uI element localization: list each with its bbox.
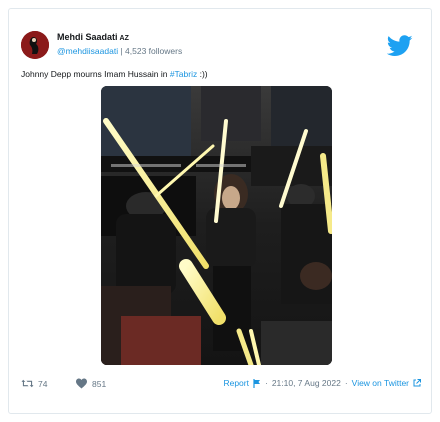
retweet-count: 74 (38, 378, 48, 389)
author-handle[interactable]: @mehdiisaadati (57, 46, 118, 56)
hashtag-link[interactable]: #Tabriz (170, 69, 197, 79)
external-link-icon[interactable] (413, 379, 421, 387)
tweet-meta: Report · 21:10, 7 Aug 2022 · View on Twi… (223, 378, 421, 388)
separator: · (344, 378, 348, 388)
report-link[interactable]: Report (223, 378, 249, 388)
tweet-text: Johnny Depp mourns Imam Hussain in #Tabr… (21, 69, 208, 79)
tweet-text-suffix: :)) (197, 69, 208, 79)
follower-count: 4,523 followers (125, 46, 183, 56)
author-name-suffix: AZ (119, 35, 129, 42)
view-on-twitter-link[interactable]: View on Twitter (352, 378, 409, 388)
author-name[interactable]: Mehdi Saadati (57, 32, 118, 42)
tweet-video[interactable] (101, 86, 332, 365)
heart-icon (76, 378, 87, 389)
author-meta: @mehdiisaadati | 4,523 followers (57, 46, 182, 56)
twitter-bird-icon[interactable] (386, 35, 413, 57)
like-count: 851 (92, 378, 107, 389)
retweet-stat[interactable]: 74 (21, 378, 47, 389)
tweet-footer: 74 851 Report · 21:10, 7 Aug 2022 · View… (21, 378, 421, 394)
like-stat[interactable]: 851 (75, 378, 106, 389)
timestamp[interactable]: 21:10, 7 Aug 2022 (272, 378, 341, 388)
separator: · (264, 378, 268, 388)
tweet-text-prefix: Johnny Depp mourns Imam Hussain in (21, 69, 170, 79)
avatar[interactable] (21, 31, 49, 59)
video-frame (101, 86, 332, 365)
flag-icon[interactable] (253, 378, 261, 388)
retweet-icon (21, 379, 34, 388)
tweet-card: Mehdi Saadati AZ @mehdiisaadati | 4,523 f… (8, 8, 432, 414)
author-name-row[interactable]: Mehdi Saadati AZ (57, 32, 129, 42)
